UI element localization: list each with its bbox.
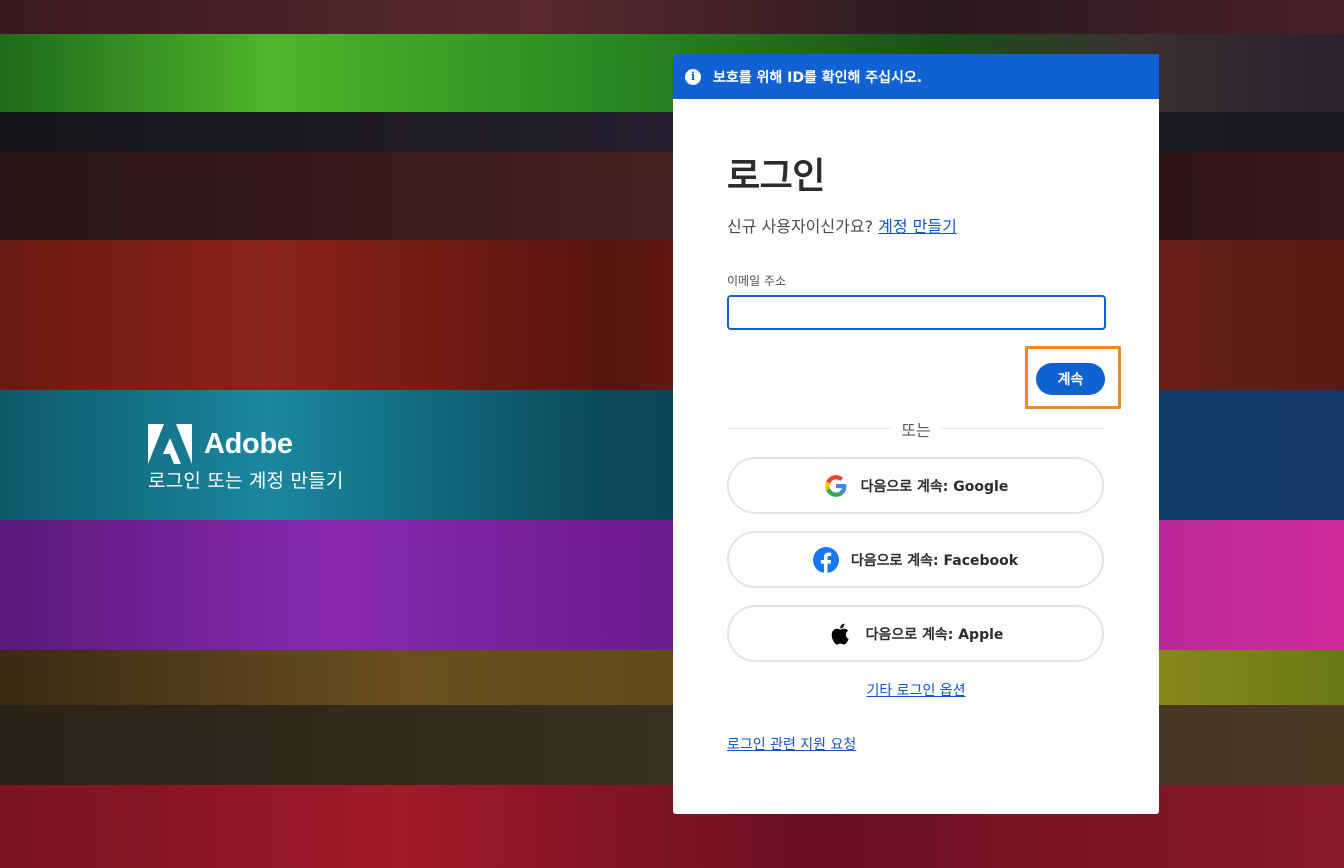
email-field[interactable]: [727, 295, 1106, 330]
info-icon: i: [685, 68, 701, 85]
google-icon: [824, 474, 847, 497]
email-label: 이메일 주소: [727, 274, 787, 288]
google-signin-label: 다음으로 계속: Google: [860, 478, 1009, 495]
apple-signin-label: 다음으로 계속: Apple: [865, 626, 1004, 643]
or-divider: 또는: [727, 417, 1105, 441]
signin-content: 로그인 신규 사용자이신가요? 계정 만들기 이메일 주소 계속 또는 다음으로…: [673, 147, 1159, 754]
page-title: 로그인: [727, 156, 825, 197]
signin-card: i 보호를 위해 ID를 확인해 주십시오. 로그인 신규 사용자이신가요? 계…: [673, 54, 1159, 814]
continue-button[interactable]: 계속: [1036, 363, 1105, 395]
facebook-signin-button[interactable]: 다음으로 계속: Facebook: [727, 531, 1104, 588]
or-divider-text: 또는: [891, 421, 941, 440]
other-options: 기타 로그인 옵션: [727, 680, 1105, 700]
banner-text: 보호를 위해 ID를 확인해 주십시오.: [713, 69, 923, 86]
other-signin-options-link[interactable]: 기타 로그인 옵션: [866, 683, 965, 699]
apple-signin-button[interactable]: 다음으로 계속: Apple: [727, 605, 1104, 662]
identity-banner: i 보호를 위해 ID를 확인해 주십시오.: [673, 54, 1159, 99]
brand-name: Adobe: [204, 427, 293, 460]
signin-support-link[interactable]: 로그인 관련 지원 요청: [727, 737, 856, 753]
support-area: 로그인 관련 지원 요청: [727, 734, 1105, 754]
facebook-icon: [812, 546, 839, 573]
facebook-signin-label: 다음으로 계속: Facebook: [850, 552, 1019, 569]
continue-area: 계속: [727, 330, 1121, 420]
brand-tagline: 로그인 또는 계정 만들기: [148, 470, 344, 492]
google-signin-button[interactable]: 다음으로 계속: Google: [727, 457, 1104, 514]
adobe-logo-icon: [148, 424, 192, 464]
new-user-prompt: 신규 사용자이신가요? 계정 만들기: [727, 213, 1105, 237]
create-account-link[interactable]: 계정 만들기: [878, 217, 957, 236]
brand-block: Adobe 로그인 또는 계정 만들기: [148, 424, 344, 493]
new-user-text: 신규 사용자이신가요?: [727, 217, 874, 236]
apple-icon: [831, 623, 849, 645]
social-signin-group: 다음으로 계속: Google 다음으로 계속: Facebook 다음으로 계…: [727, 457, 1105, 662]
